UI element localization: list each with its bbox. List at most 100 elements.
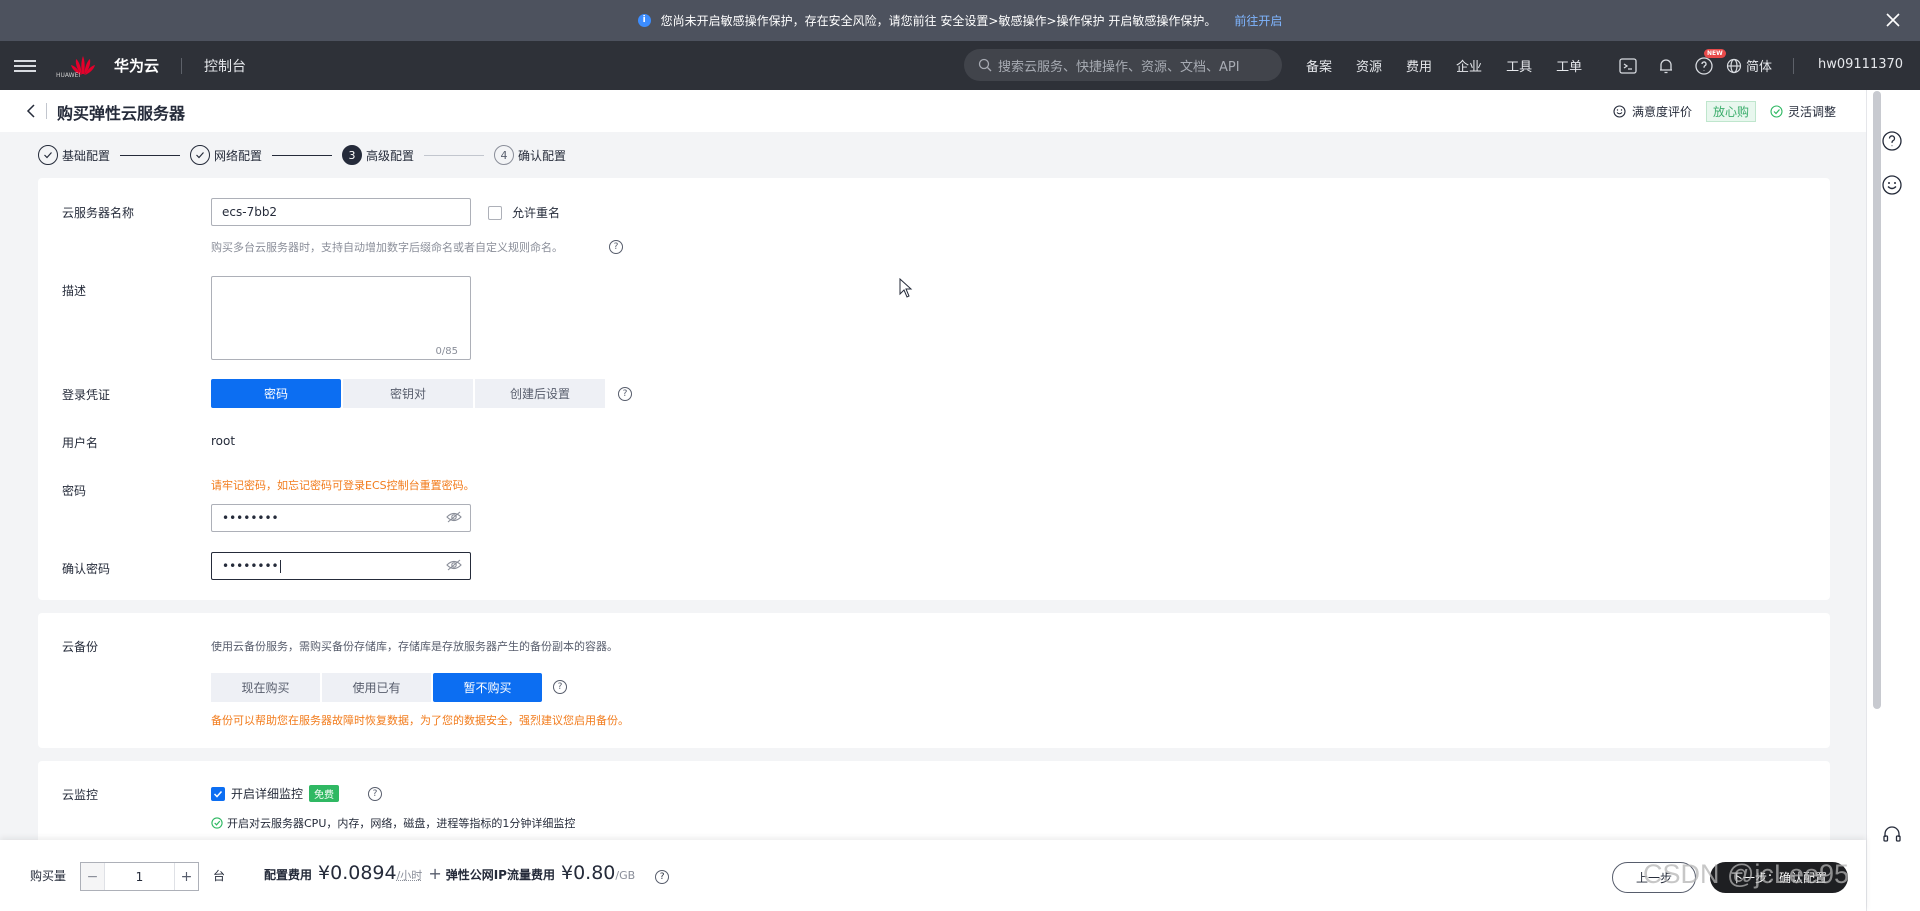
backup-selector: 现在购买 使用已有 暂不购买	[211, 673, 544, 702]
watermark: CSDN @jcLee95	[1643, 859, 1849, 889]
fee-per-hour[interactable]: /小时	[397, 867, 423, 883]
password-input[interactable]: ••••••••	[211, 504, 471, 532]
search-input[interactable]: 搜索云服务、快捷操作、资源、文档、API	[964, 49, 1282, 81]
bottom-bar: 购买量 − 1 + 台 配置费用 ¥0.0894 /小时 + 弹性公网IP流量费…	[0, 840, 1866, 911]
bell-icon[interactable]	[1656, 56, 1676, 76]
close-icon[interactable]	[1882, 9, 1904, 31]
info-icon: i	[637, 14, 651, 27]
step-label: 高级配置	[366, 148, 415, 163]
help-icon[interactable]: ?	[553, 680, 567, 694]
decrement-button[interactable]: −	[81, 863, 105, 890]
divider	[1793, 58, 1794, 74]
fee-label: 配置费用	[264, 868, 313, 882]
help-icon[interactable]: NEW	[1694, 48, 1726, 76]
allow-duplicate-checkbox[interactable]: 允许重名	[488, 204, 560, 221]
step-done-icon	[190, 145, 211, 165]
checkbox-checked[interactable]	[211, 786, 225, 801]
quantity-value[interactable]: 1	[105, 863, 174, 890]
detailed-monitoring-label: 开启详细监控	[231, 787, 304, 801]
nav-link-tickets[interactable]: 工单	[1556, 56, 1582, 75]
monitoring-info: 开启对云服务器CPU，内存，网络，磁盘，进程等指标的1分钟详细监控	[211, 815, 575, 831]
fee-price: ¥0.0894	[318, 862, 397, 884]
increment-button[interactable]: +	[174, 863, 198, 890]
nav-link-billing[interactable]: 费用	[1406, 56, 1432, 75]
backup-card: 云备份 使用云备份服务，需购买备份存储库，存储库是存放服务器产生的备份副本的容器…	[38, 613, 1830, 748]
satisfaction-rating[interactable]: 满意度评价	[1613, 103, 1692, 120]
quantity-label: 购买量	[30, 869, 67, 883]
allow-duplicate-label: 允许重名	[512, 206, 561, 220]
description-textarea[interactable]: 0/85	[211, 276, 471, 360]
name-hint: 购买多台云服务器时，支持自动增加数字后缀命名或者自定义规则命名。	[211, 241, 563, 254]
step-number: 4	[494, 145, 515, 165]
detailed-monitoring-checkbox[interactable]: 开启详细监控 免费	[211, 785, 340, 802]
server-name-input[interactable]: ecs-7bb2	[211, 198, 471, 226]
scrollbar[interactable]	[1873, 91, 1881, 709]
notice-link[interactable]: 前往开启	[1234, 12, 1282, 29]
backup-buy-now-option[interactable]: 现在购买	[211, 673, 320, 702]
ip-fee-unit: /GB	[615, 869, 636, 882]
confirm-password-input[interactable]: ••••••••	[211, 552, 471, 580]
smile-icon	[1613, 105, 1626, 118]
globe-icon	[1726, 58, 1742, 73]
flexible-adjust[interactable]: 灵活调整	[1770, 103, 1836, 120]
assurance-tag: 放心购	[1705, 101, 1756, 122]
cloud-shell-icon[interactable]	[1618, 56, 1638, 76]
nav-link-tools[interactable]: 工具	[1506, 56, 1532, 75]
fee-summary: 配置费用 ¥0.0894 /小时 + 弹性公网IP流量费用 ¥0.80 /GB …	[264, 862, 670, 884]
credential-keypair-option[interactable]: 密钥对	[343, 379, 473, 408]
step-confirm: 4 确认配置	[494, 145, 566, 165]
help-icon[interactable]: ?	[655, 870, 670, 884]
eye-off-icon[interactable]	[446, 510, 462, 524]
nav-link-enterprise[interactable]: 企业	[1456, 56, 1482, 75]
language-switch[interactable]: 简体	[1726, 56, 1772, 75]
step-connector	[120, 154, 181, 156]
credential-later-option[interactable]: 创建后设置	[475, 379, 605, 408]
backup-description: 使用云备份服务，需购买备份存储库，存储库是存放服务器产生的备份副本的容器。	[211, 640, 618, 653]
username-label: 用户名	[62, 436, 99, 450]
ip-fee-price: ¥0.80	[560, 862, 616, 884]
notice-text: 您尚未开启敏感操作保护，存在安全风险，请您前往 安全设置>敏感操作>操作保护 开…	[660, 14, 1217, 28]
question-circle-icon	[1695, 56, 1713, 75]
backup-skip-option[interactable]: 暂不购买	[433, 673, 542, 702]
step-label: 确认配置	[518, 148, 567, 163]
help-icon[interactable]: ?	[368, 787, 382, 801]
satisfaction-label: 满意度评价	[1631, 105, 1692, 119]
ip-fee-label: 弹性公网IP流量费用	[445, 868, 555, 882]
step-basic[interactable]: 基础配置	[38, 145, 110, 165]
eye-off-icon[interactable]	[446, 558, 462, 572]
top-nav: HUAWEI 华为云 控制台 搜索云服务、快捷操作、资源、文档、API 备案 资…	[0, 41, 1920, 90]
credential-password-option[interactable]: 密码	[211, 379, 341, 408]
quantity-stepper: − 1 +	[80, 862, 199, 891]
checkbox[interactable]	[488, 205, 502, 220]
username-value: root	[211, 434, 236, 448]
brand-name: 华为云	[114, 57, 160, 75]
check-circle-icon	[211, 817, 223, 829]
notice-bar: i 您尚未开启敏感操作保护，存在安全风险，请您前往 安全设置>敏感操作>操作保护…	[0, 0, 1920, 41]
console-link[interactable]: 控制台	[204, 56, 246, 76]
question-circle-icon[interactable]	[1881, 130, 1903, 152]
char-counter: 0/85	[435, 346, 458, 357]
page-title: 购买弹性云服务器	[57, 104, 186, 123]
step-label: 基础配置	[62, 148, 111, 163]
divider	[46, 103, 47, 119]
page-header: 购买弹性云服务器 满意度评价 放心购 灵活调整	[0, 90, 1866, 132]
smile-icon[interactable]	[1881, 174, 1903, 196]
server-settings-card: 云服务器名称 ecs-7bb2 允许重名 购买多台云服务器时，支持自动增加数字后…	[38, 178, 1830, 600]
backup-label: 云备份	[62, 640, 99, 654]
steps: 基础配置 网络配置 3 高级配置 4 确认配置	[38, 145, 566, 165]
step-number: 3	[342, 145, 363, 165]
back-icon[interactable]	[24, 101, 40, 121]
step-network[interactable]: 网络配置	[190, 145, 262, 165]
nav-link-beian[interactable]: 备案	[1306, 56, 1332, 75]
help-icon[interactable]: ?	[618, 387, 632, 401]
backup-use-existing-option[interactable]: 使用已有	[322, 673, 431, 702]
brand-small: HUAWEI	[56, 72, 81, 79]
user-account[interactable]: hw09111370	[1818, 57, 1903, 72]
logo[interactable]: HUAWEI 华为云	[56, 53, 160, 79]
help-icon[interactable]: ?	[609, 240, 623, 254]
menu-icon[interactable]	[14, 57, 36, 75]
nav-link-resources[interactable]: 资源	[1356, 56, 1382, 75]
headset-icon[interactable]	[1881, 824, 1903, 846]
name-label: 云服务器名称	[62, 206, 135, 220]
server-name-value: ecs-7bb2	[222, 205, 278, 219]
